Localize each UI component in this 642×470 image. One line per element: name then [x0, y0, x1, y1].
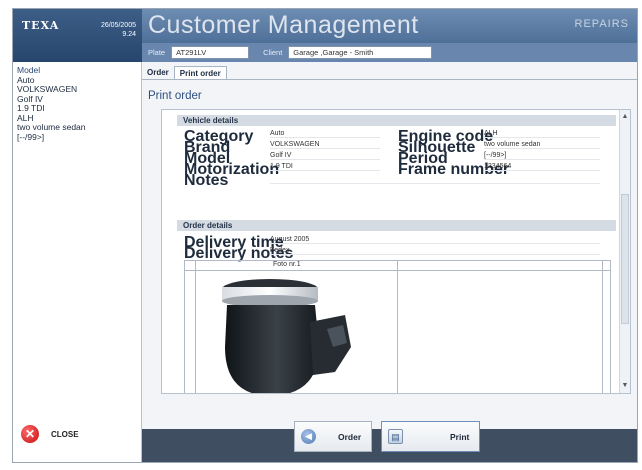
close-icon: ✕ — [21, 425, 39, 443]
delivery-notes-value: Fedex — [270, 247, 600, 255]
engine-code-value: ALH — [484, 130, 600, 138]
client-label: Client — [263, 48, 283, 57]
column-divider — [602, 261, 603, 393]
close-label: CLOSE — [51, 429, 79, 439]
summary-line: Model — [17, 65, 41, 75]
date-time: 26/05/2005 9.24 — [101, 21, 136, 39]
record-fields: Plate AT291LV Client Garage ,Garage - Sm… — [142, 43, 637, 62]
tab-bar: Order Print order — [142, 66, 227, 79]
print-button[interactable]: ▤ Print — [381, 421, 480, 452]
page-header-title: Customer Management — [148, 11, 419, 39]
summary-line: 1.9 TDI — [17, 103, 45, 113]
silhouette-value: two volume sedan — [484, 141, 600, 149]
vehicle-summary: Model Auto VOLKSWAGEN Golf IV 1.9 TDI AL… — [13, 62, 141, 142]
print-preview[interactable]: Vehicle details Category Auto Brand VOLK… — [161, 109, 631, 394]
close-button[interactable]: ✕ CLOSE — [21, 425, 79, 443]
summary-line: [--/99>] — [17, 131, 45, 142]
page-title: Print order — [148, 90, 202, 102]
order-button-label: Order — [338, 431, 362, 442]
plate-field[interactable]: AT291LV — [171, 46, 250, 59]
back-arrow-icon: ◀ — [301, 429, 316, 444]
motorization-value: 1.9 TDI — [270, 163, 380, 171]
order-button[interactable]: ◀ Order — [294, 421, 372, 452]
texa-logo: TEXA — [22, 19, 60, 32]
photo-label: Foto nr.1 — [273, 261, 301, 268]
frame-number-value: 1234564 — [484, 163, 600, 171]
delivery-time-value: August 2005 — [270, 236, 600, 244]
column-divider — [397, 261, 398, 393]
vertical-scrollbar[interactable]: ▲ ▼ — [619, 110, 630, 393]
column-divider — [195, 261, 196, 393]
tab-print-order[interactable]: Print order — [173, 66, 227, 79]
notes-label: Notes — [184, 172, 229, 189]
category-value: Auto — [270, 130, 380, 138]
vehicle-details-heading: Vehicle details — [177, 115, 616, 126]
brand-panel: TEXA 26/05/2005 9.24 — [13, 9, 142, 62]
header: Customer Management REPAIRS — [142, 9, 637, 43]
brand-value: VOLKSWAGEN — [270, 141, 380, 149]
section-label: REPAIRS — [574, 18, 629, 30]
scroll-down-icon[interactable]: ▼ — [620, 381, 630, 391]
tab-order[interactable]: Order — [142, 66, 174, 79]
scroll-thumb[interactable] — [621, 194, 629, 324]
time-text: 9.24 — [122, 31, 136, 38]
part-photo — [222, 279, 351, 393]
sidebar: Model Auto VOLKSWAGEN Golf IV 1.9 TDI AL… — [13, 62, 142, 462]
tab-divider — [142, 79, 637, 80]
scroll-up-icon[interactable]: ▲ — [620, 112, 630, 122]
print-button-label: Print — [450, 431, 470, 442]
client-field[interactable]: Garage ,Garage - Smith — [288, 46, 433, 59]
period-value: [--/99>] — [484, 152, 600, 160]
date-text: 26/05/2005 — [100, 22, 136, 29]
plate-label: Plate — [148, 48, 166, 57]
printer-icon: ▤ — [388, 429, 403, 444]
app-window: TEXA 26/05/2005 9.24 Model Auto VOLKSWAG… — [12, 8, 638, 463]
order-details-heading: Order details — [177, 220, 616, 231]
model-value: Golf IV — [270, 152, 380, 160]
photo-table: Foto nr.1 — [184, 260, 611, 393]
